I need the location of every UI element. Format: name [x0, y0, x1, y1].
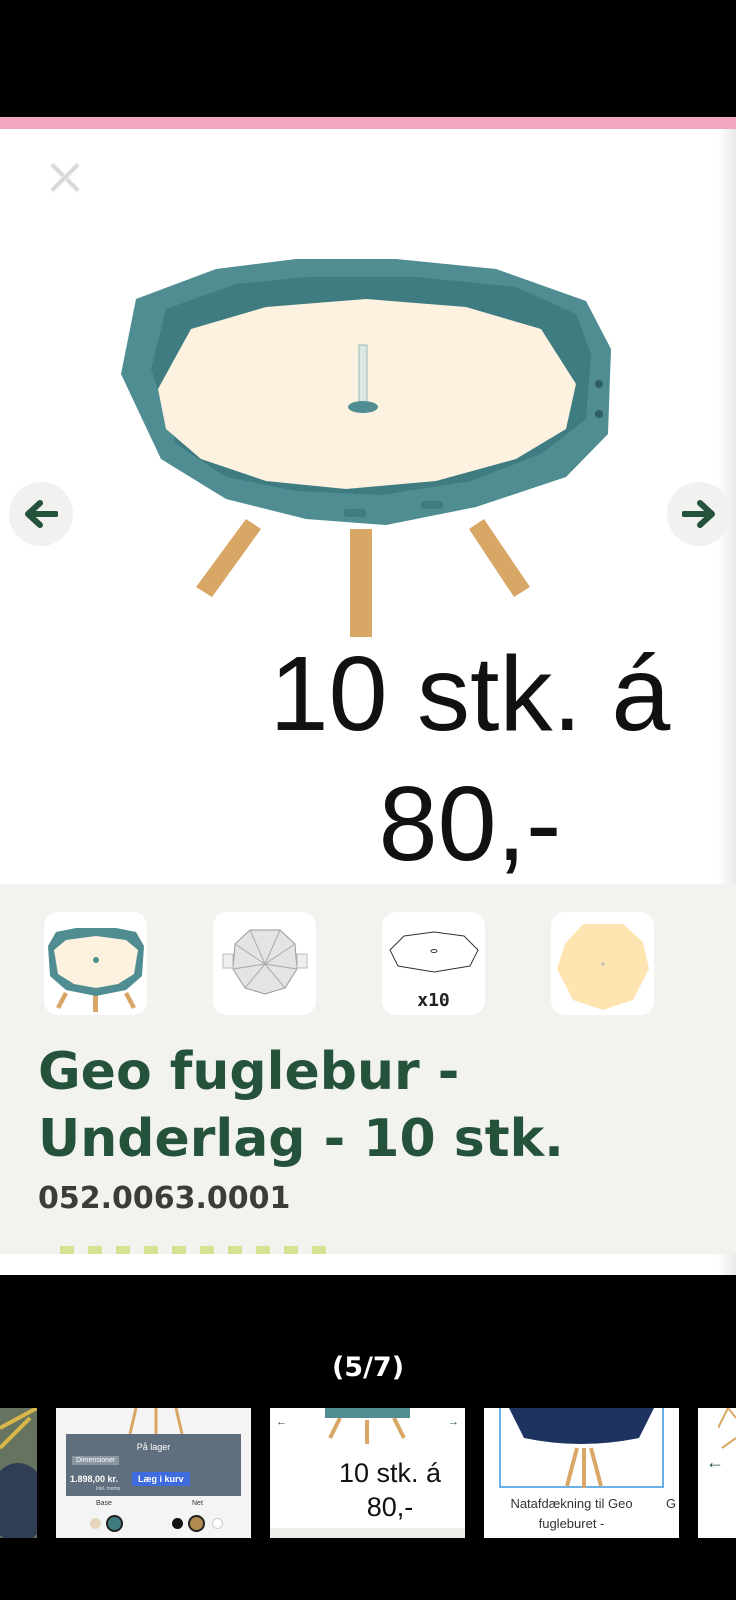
swatch-teal — [106, 1515, 123, 1532]
swatch-white — [212, 1518, 223, 1529]
wire-dome-thumbnail-image — [222, 929, 307, 995]
thumbnail-cream-underlay[interactable] — [551, 912, 654, 1015]
product-sku: 052.0063.0001 — [38, 1181, 291, 1216]
close-icon[interactable] — [46, 159, 84, 197]
strip-panel-edge — [270, 1528, 465, 1538]
product-info-panel: x10 Geo fuglebur - Underlag - 10 stk. 05… — [0, 884, 736, 1254]
top-accent-bar — [0, 117, 736, 129]
image-counter: (5/7) — [331, 1352, 405, 1383]
strip-item-4[interactable]: Natafdækning til Geo fugleburet - G — [484, 1408, 679, 1538]
promo-text: 10 stk. á 80,- — [269, 635, 671, 883]
product-lightbox: 10 stk. á 80,- x10 Geo fuglebur - Underl… — [0, 129, 736, 1275]
cream-underlay-thumbnail-image — [556, 923, 649, 1010]
arrow-left-icon — [25, 500, 58, 528]
strip-label-net: Net — [192, 1500, 203, 1507]
strip-item-1-image — [0, 1408, 37, 1538]
strip-item-3-image — [325, 1408, 410, 1444]
underlay-outline-thumbnail-image — [388, 930, 479, 973]
strip-arrow-right-icon: → — [448, 1416, 459, 1428]
table-base-thumbnail-image — [47, 927, 144, 1012]
strip-promo-line2: 80,- — [366, 1492, 414, 1522]
thumbnail-underlay-outline[interactable]: x10 — [382, 912, 485, 1015]
strip-item-1[interactable] — [0, 1408, 37, 1538]
strip-item-4-line1: Natafdækning til Geo — [510, 1496, 633, 1511]
strip-stock-text: På lager — [136, 1442, 171, 1452]
strip-item-3-current[interactable]: ← → 10 stk. á 80,- — [270, 1408, 465, 1538]
strip-item-2[interactable]: På lager Dimensioner 1.898,00 kr. Inkl. … — [56, 1408, 251, 1538]
thumbnail-table-base[interactable] — [44, 912, 147, 1015]
next-image-button[interactable] — [667, 482, 731, 546]
strip-item-4-image — [509, 1408, 654, 1488]
strip-price: 1.898,00 kr. — [70, 1474, 119, 1484]
strip-label-base: Base — [96, 1500, 112, 1507]
product-title: Geo fuglebur - Underlag - 10 stk. — [38, 1042, 564, 1169]
thumbnail-wire-dome[interactable] — [213, 912, 316, 1015]
strip-promo-line1: 10 stk. á — [338, 1458, 442, 1488]
swatch-beige — [90, 1518, 101, 1529]
strip-arrow-left-icon: ← — [276, 1416, 287, 1428]
strip-price-note: Inkl. moms — [96, 1486, 121, 1492]
swatch-black — [172, 1518, 183, 1529]
screenshot-strip: På lager Dimensioner 1.898,00 kr. Inkl. … — [0, 1408, 736, 1538]
strip-item-4-next-peek: G — [666, 1496, 677, 1511]
cut-off-content — [60, 1246, 330, 1254]
strip-item-5-image — [718, 1408, 736, 1449]
strip-add-to-cart-button: Læg i kurv — [132, 1472, 190, 1486]
previous-image-button[interactable] — [9, 482, 73, 546]
strip-item-5[interactable]: ← — [698, 1408, 736, 1538]
strip-item-4-line2: fugleburet - — [538, 1516, 605, 1531]
swatch-brown — [188, 1515, 205, 1532]
arrow-right-icon — [682, 500, 715, 528]
strip-item-2-panel: På lager Dimensioner 1.898,00 kr. Inkl. … — [66, 1434, 241, 1496]
thumbnail-caption: x10 — [417, 990, 450, 1011]
strip-dimension-tab: Dimensioner — [72, 1456, 120, 1465]
